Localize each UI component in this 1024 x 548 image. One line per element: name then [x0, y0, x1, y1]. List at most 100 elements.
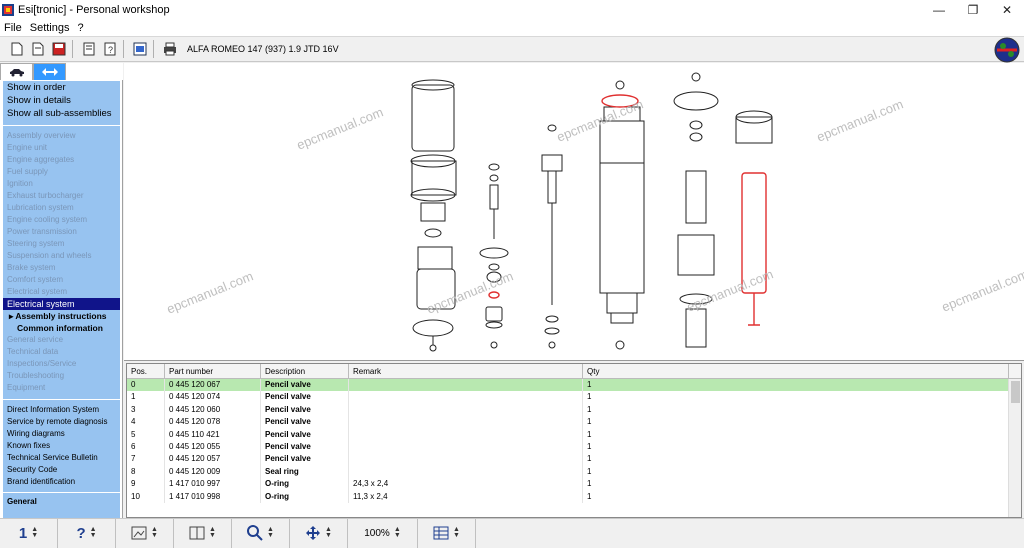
nav-troubleshooting[interactable]: Troubleshooting [3, 370, 120, 382]
table-row[interactable]: 10 1 417 010 998 O-ring 11,3 x 2,4 1 [127, 490, 1021, 503]
show-all-sub-assemblies-link[interactable]: Show all sub-assemblies [3, 107, 120, 120]
nav-engine-aggregates[interactable]: Engine aggregates [3, 154, 120, 166]
cell-remark: 11,3 x 2,4 [349, 490, 583, 503]
nav-engine-unit[interactable]: Engine unit [3, 142, 120, 154]
nav-lubrication-system[interactable]: Lubrication system [3, 202, 120, 214]
split-view-selector[interactable]: ▲ ▼ [174, 518, 232, 548]
exploded-diagram-pane[interactable]: epcmanual.com epcmanual.com epcmanual.co… [124, 63, 1024, 361]
cell-remark [349, 391, 583, 404]
cell-qty: 1 [583, 490, 1009, 503]
menu-help[interactable]: ? [73, 22, 87, 34]
nav-general[interactable]: General [3, 496, 120, 508]
nav-ignition[interactable]: Ignition [3, 178, 120, 190]
nav-remote-diagnosis[interactable]: Service by remote diagnosis [3, 416, 120, 428]
cell-desc: Pencil valve [261, 403, 349, 417]
show-in-order-link[interactable]: Show in order [3, 81, 120, 94]
move-arrows-icon [306, 526, 321, 540]
scrollbar-thumb[interactable] [1011, 381, 1020, 403]
table-row[interactable]: 00 445 120 067 Pencil valve 1 [127, 379, 1021, 392]
nav-general-service[interactable]: General service [3, 334, 120, 346]
zoom-level-selector[interactable]: 100% ▲ ▼ [348, 518, 418, 548]
header-part-number[interactable]: Part number [165, 364, 261, 378]
print-icon[interactable] [161, 40, 179, 58]
nav-fuel-supply[interactable]: Fuel supply [3, 166, 120, 178]
cell-desc: Pencil valve [261, 416, 349, 429]
table-row[interactable]: 80 445 120 009 Seal ring 1 [127, 465, 1021, 479]
menu-file[interactable]: File [0, 22, 26, 34]
nav-technical-data[interactable]: Technical data [3, 346, 120, 358]
cell-remark [349, 403, 583, 417]
cell-remark [349, 379, 583, 392]
new-document-icon[interactable] [8, 40, 26, 58]
restore-button[interactable]: ❐ [956, 0, 990, 19]
app-icon [2, 3, 14, 16]
minimize-button[interactable]: — [922, 0, 956, 19]
help-document-icon[interactable]: ? [101, 40, 119, 58]
nav-technical-service-bulletin[interactable]: Technical Service Bulletin [3, 452, 120, 464]
bottom-toolbar: 1 ▲ ▼ ? ▲ ▼ ▲ ▼ ▲ ▼ ▲ ▼ ▲ ▼ 100% ▲ ▼ ▲ ▼ [0, 518, 1024, 548]
tab-vehicle[interactable] [0, 63, 33, 80]
table-view-selector[interactable]: ▲ ▼ [418, 518, 476, 548]
header-pos[interactable]: Pos. [127, 364, 165, 378]
table-row[interactable]: 50 445 110 421 Pencil valve 1 [127, 428, 1021, 441]
nav-inspections-service[interactable]: Inspections/Service [3, 358, 120, 370]
header-remark[interactable]: Remark [349, 364, 583, 378]
cell-part: 0 445 120 060 [165, 403, 261, 417]
nav-security-code[interactable]: Security Code [3, 464, 120, 476]
nav-common-information[interactable]: Common information [3, 322, 120, 334]
nav-suspension-wheels[interactable]: Suspension and wheels [3, 250, 120, 262]
cell-desc: Seal ring [261, 465, 349, 479]
nav-electrical-system[interactable]: Electrical system [3, 286, 120, 298]
nav-wiring-diagrams[interactable]: Wiring diagrams [3, 428, 120, 440]
nav-direct-information-system[interactable]: Direct Information System [3, 404, 120, 416]
table-row[interactable]: 10 445 120 074 Pencil valve 1 [127, 391, 1021, 404]
header-qty[interactable]: Qty [583, 364, 1009, 378]
cell-part: 1 417 010 998 [165, 490, 261, 503]
toolbar-separator [153, 40, 154, 58]
cell-pos: 0 [127, 379, 165, 392]
tab-components[interactable] [33, 63, 66, 80]
table-row[interactable]: 70 445 120 057 Pencil valve 1 [127, 453, 1021, 466]
menu-settings[interactable]: Settings [26, 22, 74, 34]
nav-steering-system[interactable]: Steering system [3, 238, 120, 250]
page-number: 1 [18, 524, 28, 542]
table-row[interactable]: 30 445 120 060 Pencil valve 1 [127, 403, 1021, 417]
nav-exhaust-turbocharger[interactable]: Exhaust turbocharger [3, 190, 120, 202]
cell-desc: Pencil valve [261, 391, 349, 404]
updown-arrows-icon: ▲ ▼ [453, 526, 460, 539]
nav-power-transmission[interactable]: Power transmission [3, 226, 120, 238]
nav-brand-identification[interactable]: Brand identification [3, 476, 120, 488]
nav-assembly-overview[interactable]: Assembly overview [3, 130, 120, 142]
zoom-tool[interactable]: ▲ ▼ [232, 518, 290, 548]
cell-qty: 1 [583, 403, 1009, 417]
cell-desc: O-ring [261, 490, 349, 503]
pan-tool[interactable]: ▲ ▼ [290, 518, 348, 548]
help-selector[interactable]: ? ▲ ▼ [58, 518, 116, 548]
export-icon[interactable] [131, 40, 149, 58]
table-row[interactable]: 60 445 120 055 Pencil valve 1 [127, 440, 1021, 454]
nav-brake-system[interactable]: Brake system [3, 262, 120, 274]
nav-equipment[interactable]: Equipment [3, 382, 120, 394]
close-button[interactable]: ✕ [990, 0, 1024, 19]
layout-selector[interactable]: ▲ ▼ [116, 518, 174, 548]
table-row[interactable]: 40 445 120 078 Pencil valve 1 [127, 416, 1021, 429]
cell-part: 0 445 120 057 [165, 453, 261, 466]
divider [3, 492, 120, 493]
nav-comfort-system[interactable]: Comfort system [3, 274, 120, 286]
open-document-icon[interactable] [29, 40, 47, 58]
nav-assembly-instructions[interactable]: ▸ Assembly instructions [3, 310, 120, 322]
show-in-details-link[interactable]: Show in details [3, 94, 120, 107]
cell-part: 0 445 120 074 [165, 391, 261, 404]
notes-icon[interactable] [80, 40, 98, 58]
nav-electrical-system-selected[interactable]: Electrical system [3, 298, 120, 310]
globe-logo-icon[interactable] [994, 37, 1020, 63]
nav-known-fixes[interactable]: Known fixes [3, 440, 120, 452]
nav-engine-cooling-system[interactable]: Engine cooling system [3, 214, 120, 226]
table-row[interactable]: 91 417 010 997 O-ring 24,3 x 2,4 1 [127, 478, 1021, 491]
table-scrollbar[interactable] [1008, 379, 1021, 517]
svg-text:?: ? [108, 45, 113, 55]
page-selector[interactable]: 1 ▲ ▼ [0, 518, 58, 548]
cell-part: 0 445 110 421 [165, 428, 261, 441]
header-description[interactable]: Description [261, 364, 349, 378]
save-icon[interactable] [50, 40, 68, 58]
